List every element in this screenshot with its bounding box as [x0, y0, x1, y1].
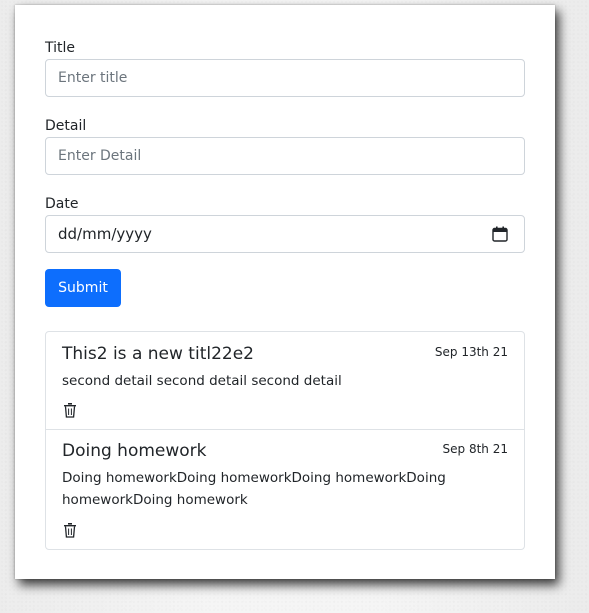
todo-item: This2 is a new titl22e2 Sep 13th 21 seco… — [46, 332, 524, 429]
title-label: Title — [45, 40, 76, 56]
todo-detail: second detail second detail second detai… — [62, 373, 342, 389]
todo-form-card: Title Detail Date dd/mm/yyyy Submit This… — [15, 5, 555, 579]
date-value: dd/mm/yyyy — [58, 225, 152, 243]
submit-button[interactable]: Submit — [45, 269, 121, 307]
detail-label: Detail — [45, 118, 87, 134]
todo-list: This2 is a new titl22e2 Sep 13th 21 seco… — [45, 331, 525, 550]
date-input[interactable]: dd/mm/yyyy — [45, 215, 525, 253]
todo-detail: Doing homeworkDoing homeworkDoing homewo… — [62, 470, 446, 508]
todo-title: This2 is a new titl22e2 — [62, 344, 254, 364]
todo-date: Sep 13th 21 — [434, 345, 508, 359]
todo-title: Doing homework — [62, 441, 207, 461]
trash-icon[interactable] — [62, 402, 78, 418]
trash-icon[interactable] — [62, 522, 78, 538]
title-input[interactable] — [45, 59, 525, 97]
calendar-icon[interactable] — [492, 226, 508, 242]
todo-date: Sep 8th 21 — [442, 442, 508, 456]
detail-input[interactable] — [45, 137, 525, 175]
date-label: Date — [45, 196, 79, 212]
todo-item: Doing homework Sep 8th 21 Doing homework… — [46, 429, 524, 550]
